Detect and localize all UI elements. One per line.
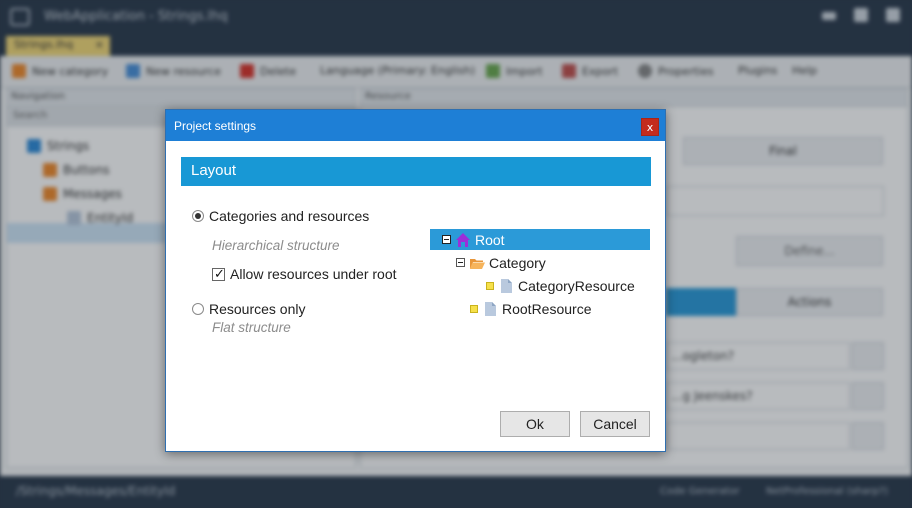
radio-unselected-icon[interactable]: [192, 303, 204, 315]
hierarchical-hint: Hierarchical structure: [212, 238, 340, 253]
radio-resources-only[interactable]: Resources only: [192, 301, 306, 317]
radio-resources-only-label: Resources only: [209, 301, 306, 317]
layout-preview-tree: Root Category CategoryResource RootResou…: [430, 228, 652, 328]
dialog-close-icon[interactable]: x: [641, 118, 659, 136]
collapse-icon[interactable]: [442, 235, 451, 244]
radio-selected-icon[interactable]: [192, 210, 204, 222]
dialog-title: Project settings: [174, 119, 257, 133]
document-icon: [485, 301, 496, 316]
dialog-titlebar: Project settings x: [166, 110, 665, 141]
allow-resources-under-root-checkbox[interactable]: ✓ Allow resources under root: [212, 266, 397, 282]
folder-open-icon: [470, 258, 485, 269]
flat-hint: Flat structure: [212, 320, 291, 335]
tree-node-category-resource[interactable]: CategoryResource: [486, 275, 635, 296]
ok-button[interactable]: Ok: [500, 411, 570, 437]
resource-state-icon: [486, 281, 494, 290]
checkbox-checked-icon[interactable]: ✓: [212, 265, 225, 281]
tree-node-label: Category: [489, 254, 546, 271]
tree-node-label: RootResource: [502, 300, 592, 317]
home-icon: [456, 232, 470, 247]
project-settings-dialog: Project settings x Layout Categories and…: [165, 109, 666, 452]
tree-node-root-resource[interactable]: RootResource: [470, 298, 592, 319]
checkmark-icon: ✓: [214, 265, 225, 281]
tree-node-category[interactable]: Category: [456, 252, 546, 273]
tree-node-label: Root: [475, 231, 505, 248]
collapse-icon[interactable]: [456, 258, 465, 267]
layout-section-header: Layout: [181, 157, 651, 186]
radio-categories-label: Categories and resources: [209, 208, 370, 224]
cancel-button[interactable]: Cancel: [580, 411, 650, 437]
allow-resources-label: Allow resources under root: [230, 266, 397, 282]
document-icon: [501, 278, 512, 293]
tree-node-root[interactable]: Root: [430, 229, 650, 250]
tree-node-label: CategoryResource: [518, 277, 635, 294]
radio-categories-and-resources[interactable]: Categories and resources: [192, 208, 369, 224]
resource-state-icon: [470, 304, 478, 313]
